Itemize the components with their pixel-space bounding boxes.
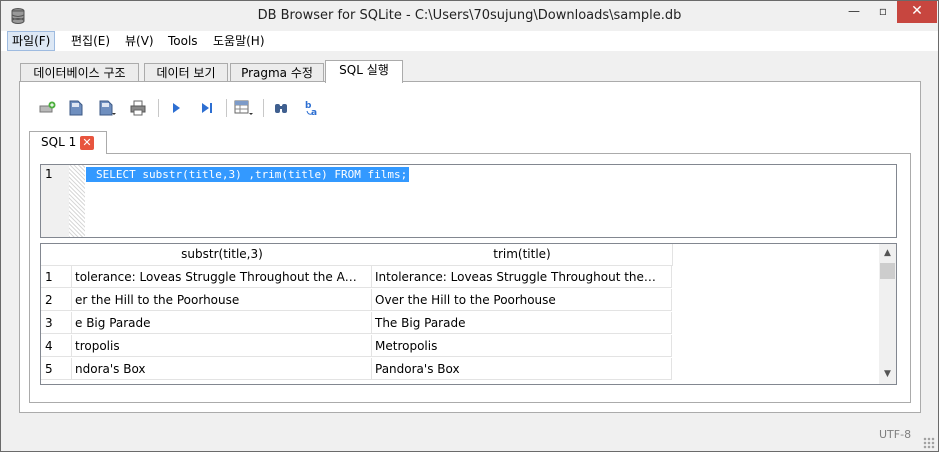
open-sql-icon xyxy=(69,100,83,116)
grid-header: substr(title,3) trim(title) xyxy=(41,244,879,266)
toolbar-separator xyxy=(226,99,227,117)
save-sql-icon xyxy=(99,100,116,116)
results-grid: substr(title,3) trim(title) 1 tolerance:… xyxy=(40,243,897,385)
row-number[interactable]: 1 xyxy=(41,266,72,288)
svg-text:a: a xyxy=(311,108,317,117)
row-number[interactable]: 4 xyxy=(41,335,72,357)
sql-tab-label: SQL 1 xyxy=(41,135,77,149)
table-cell[interactable]: ndora's Box xyxy=(72,358,372,380)
fold-margin xyxy=(69,165,85,237)
sql-query-text[interactable]: SELECT substr(title,3) ,trim(title) FROM… xyxy=(86,167,410,182)
row-header-corner xyxy=(41,244,73,266)
tab-database-structure[interactable]: 데이터베이스 구조 xyxy=(20,63,139,82)
line-number-gutter: 1 xyxy=(41,165,69,237)
scroll-up-icon[interactable]: ▲ xyxy=(879,245,896,262)
save-results-button[interactable] xyxy=(233,97,255,119)
vertical-scrollbar[interactable]: ▲ ▼ xyxy=(879,244,896,384)
menu-bar: 파일(F) 편집(E) 뷰(V) Tools 도움말(H) xyxy=(1,31,938,51)
tab-edit-pragmas[interactable]: Pragma 수정 xyxy=(230,63,324,82)
print-icon xyxy=(130,100,146,116)
execute-all-icon xyxy=(173,103,180,113)
table-row[interactable]: 2 er the Hill to the Poorhouse Over the … xyxy=(41,289,673,312)
close-tab-icon[interactable]: ✕ xyxy=(80,136,94,150)
menu-tools[interactable]: Tools xyxy=(164,31,202,51)
menu-edit[interactable]: 편집(E) xyxy=(67,31,114,51)
table-cell[interactable]: e Big Parade xyxy=(72,312,372,334)
table-cell[interactable]: Over the Hill to the Poorhouse xyxy=(372,289,672,311)
line-number: 1 xyxy=(45,167,53,181)
find-replace-icon: b a xyxy=(305,101,317,117)
table-row[interactable]: 4 tropolis Metropolis xyxy=(41,335,673,358)
table-row[interactable]: 3 e Big Parade The Big Parade xyxy=(41,312,673,335)
encoding-status: UTF-8 xyxy=(879,428,912,441)
scroll-down-icon[interactable]: ▼ xyxy=(879,366,896,383)
row-number[interactable]: 3 xyxy=(41,312,72,334)
menu-file[interactable]: 파일(F) xyxy=(7,31,56,51)
execute-all-button[interactable] xyxy=(165,97,187,119)
table-cell[interactable]: Pandora's Box xyxy=(372,358,672,380)
tab-browse-data[interactable]: 데이터 보기 xyxy=(144,63,228,82)
save-sql-file-button[interactable] xyxy=(96,97,118,119)
table-cell[interactable]: The Big Parade xyxy=(372,312,672,334)
column-header[interactable]: substr(title,3) xyxy=(72,244,373,266)
app-window: DB Browser for SQLite - C:\Users\70sujun… xyxy=(0,0,939,452)
save-results-icon xyxy=(234,100,253,115)
table-cell[interactable]: tropolis xyxy=(72,335,372,357)
find-button[interactable] xyxy=(270,97,292,119)
execute-line-icon xyxy=(202,103,212,113)
print-button[interactable] xyxy=(127,97,149,119)
menu-view[interactable]: 뷰(V) xyxy=(121,31,158,51)
resize-grip-icon[interactable] xyxy=(923,437,935,449)
menu-help[interactable]: 도움말(H) xyxy=(209,31,269,51)
tab-execute-sql[interactable]: SQL 실행 xyxy=(325,60,403,83)
tab-sql-1[interactable]: SQL 1 ✕ xyxy=(29,131,107,154)
title-bar: DB Browser for SQLite - C:\Users\70sujun… xyxy=(1,1,938,31)
row-number[interactable]: 5 xyxy=(41,358,72,380)
open-tab-button[interactable] xyxy=(36,97,58,119)
table-cell[interactable]: Intolerance: Loveas Struggle Throughout … xyxy=(372,266,672,288)
table-row[interactable]: 1 tolerance: Loveas Struggle Throughout … xyxy=(41,266,673,289)
toolbar-separator xyxy=(263,99,264,117)
table-cell[interactable]: er the Hill to the Poorhouse xyxy=(72,289,372,311)
find-icon xyxy=(275,104,287,113)
toolbar-separator xyxy=(158,99,159,117)
table-cell[interactable]: Metropolis xyxy=(372,335,672,357)
row-number[interactable]: 2 xyxy=(41,289,72,311)
find-replace-button[interactable]: b a xyxy=(301,97,323,119)
close-window-button[interactable]: ✕ xyxy=(897,1,937,23)
open-sql-file-button[interactable] xyxy=(65,97,87,119)
execute-line-button[interactable] xyxy=(196,97,218,119)
open-tab-icon xyxy=(39,101,56,113)
minimize-button[interactable]: — xyxy=(839,1,869,23)
table-row[interactable]: 5 ndora's Box Pandora's Box xyxy=(41,358,673,381)
scrollbar-thumb[interactable] xyxy=(880,263,895,279)
column-header[interactable]: trim(title) xyxy=(372,244,673,266)
sql-editor[interactable]: 1 SELECT substr(title,3) ,trim(title) FR… xyxy=(40,164,897,238)
maximize-button[interactable]: ▫ xyxy=(869,1,897,23)
window-title: DB Browser for SQLite - C:\Users\70sujun… xyxy=(257,8,682,23)
table-cell[interactable]: tolerance: Loveas Struggle Throughout th… xyxy=(72,266,372,288)
